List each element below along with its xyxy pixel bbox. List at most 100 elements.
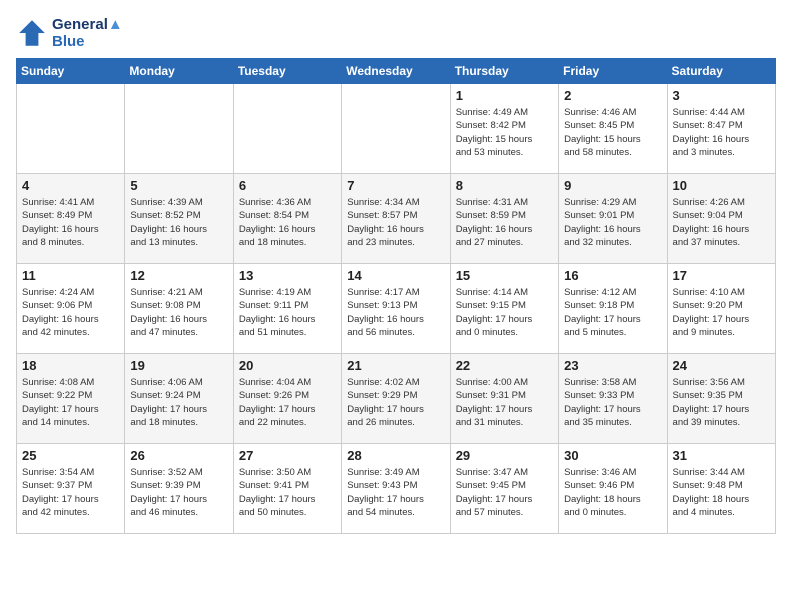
day-number: 13	[239, 268, 336, 283]
day-info: Sunrise: 4:21 AM Sunset: 9:08 PM Dayligh…	[130, 286, 227, 339]
calendar-cell: 20Sunrise: 4:04 AM Sunset: 9:26 PM Dayli…	[233, 354, 341, 444]
calendar-cell: 12 Sunrise: 4:21 AM Sunset: 9:08 PM Dayli…	[125, 264, 233, 354]
weekday-header-thursday: Thursday	[450, 59, 558, 84]
day-info: Sunrise: 4:29 AM Sunset: 9:01 PM Dayligh…	[564, 196, 661, 249]
calendar-cell: 17Sunrise: 4:10 AM Sunset: 9:20 PM Dayli…	[667, 264, 775, 354]
calendar-cell: 27Sunrise: 3:50 AM Sunset: 9:41 PM Dayli…	[233, 444, 341, 534]
day-number: 25	[22, 448, 119, 463]
calendar-cell	[342, 84, 450, 174]
day-number: 21	[347, 358, 444, 373]
day-number: 11	[22, 268, 119, 283]
week-row-1: 1Sunrise: 4:49 AM Sunset: 8:42 PM Daylig…	[17, 84, 776, 174]
calendar-cell: 19 Sunrise: 4:06 AM Sunset: 9:24 PM Dayli…	[125, 354, 233, 444]
day-info: Sunrise: 3:52 AM Sunset: 9:39 PM Dayligh…	[130, 466, 227, 519]
logo-icon	[16, 17, 48, 49]
day-number: 26	[130, 448, 227, 463]
day-info: Sunrise: 3:49 AM Sunset: 9:43 PM Dayligh…	[347, 466, 444, 519]
day-number: 19	[130, 358, 227, 373]
calendar-cell: 1Sunrise: 4:49 AM Sunset: 8:42 PM Daylig…	[450, 84, 558, 174]
day-number: 10	[673, 178, 770, 193]
day-number: 14	[347, 268, 444, 283]
calendar-cell: 22 Sunrise: 4:00 AM Sunset: 9:31 PM Dayli…	[450, 354, 558, 444]
calendar-cell: 8 Sunrise: 4:31 AM Sunset: 8:59 PM Daylig…	[450, 174, 558, 264]
week-row-5: 25 Sunrise: 3:54 AM Sunset: 9:37 PM Dayli…	[17, 444, 776, 534]
day-info: Sunrise: 3:56 AM Sunset: 9:35 PM Dayligh…	[673, 376, 770, 429]
calendar-cell: 31Sunrise: 3:44 AM Sunset: 9:48 PM Dayli…	[667, 444, 775, 534]
calendar-body: 1Sunrise: 4:49 AM Sunset: 8:42 PM Daylig…	[17, 84, 776, 534]
day-number: 6	[239, 178, 336, 193]
day-info: Sunrise: 4:44 AM Sunset: 8:47 PM Dayligh…	[673, 106, 770, 159]
day-number: 3	[673, 88, 770, 103]
calendar-table: SundayMondayTuesdayWednesdayThursdayFrid…	[16, 58, 776, 534]
page-header: General▲ Blue	[16, 16, 776, 50]
calendar-cell: 9 Sunrise: 4:29 AM Sunset: 9:01 PM Daylig…	[559, 174, 667, 264]
day-info: Sunrise: 4:46 AM Sunset: 8:45 PM Dayligh…	[564, 106, 661, 159]
day-number: 22	[456, 358, 553, 373]
weekday-header-tuesday: Tuesday	[233, 59, 341, 84]
week-row-4: 18Sunrise: 4:08 AM Sunset: 9:22 PM Dayli…	[17, 354, 776, 444]
day-info: Sunrise: 4:41 AM Sunset: 8:49 PM Dayligh…	[22, 196, 119, 249]
calendar-cell: 6Sunrise: 4:36 AM Sunset: 8:54 PM Daylig…	[233, 174, 341, 264]
calendar-cell	[17, 84, 125, 174]
day-info: Sunrise: 3:47 AM Sunset: 9:45 PM Dayligh…	[456, 466, 553, 519]
calendar-cell: 15 Sunrise: 4:14 AM Sunset: 9:15 PM Dayli…	[450, 264, 558, 354]
weekday-header-row: SundayMondayTuesdayWednesdayThursdayFrid…	[17, 59, 776, 84]
calendar-cell: 16Sunrise: 4:12 AM Sunset: 9:18 PM Dayli…	[559, 264, 667, 354]
day-info: Sunrise: 4:14 AM Sunset: 9:15 PM Dayligh…	[456, 286, 553, 339]
logo: General▲ Blue	[16, 16, 123, 50]
day-number: 7	[347, 178, 444, 193]
day-number: 23	[564, 358, 661, 373]
day-number: 9	[564, 178, 661, 193]
day-info: Sunrise: 3:50 AM Sunset: 9:41 PM Dayligh…	[239, 466, 336, 519]
calendar-cell: 10 Sunrise: 4:26 AM Sunset: 9:04 PM Dayli…	[667, 174, 775, 264]
day-number: 15	[456, 268, 553, 283]
day-number: 12	[130, 268, 227, 283]
calendar-cell	[125, 84, 233, 174]
day-info: Sunrise: 4:06 AM Sunset: 9:24 PM Dayligh…	[130, 376, 227, 429]
week-row-3: 11 Sunrise: 4:24 AM Sunset: 9:06 PM Dayli…	[17, 264, 776, 354]
day-number: 4	[22, 178, 119, 193]
calendar-cell: 18Sunrise: 4:08 AM Sunset: 9:22 PM Dayli…	[17, 354, 125, 444]
day-number: 24	[673, 358, 770, 373]
logo-text: General▲ Blue	[52, 16, 123, 50]
day-number: 8	[456, 178, 553, 193]
week-row-2: 4 Sunrise: 4:41 AM Sunset: 8:49 PM Daylig…	[17, 174, 776, 264]
day-info: Sunrise: 3:54 AM Sunset: 9:37 PM Dayligh…	[22, 466, 119, 519]
day-info: Sunrise: 4:12 AM Sunset: 9:18 PM Dayligh…	[564, 286, 661, 339]
weekday-header-friday: Friday	[559, 59, 667, 84]
day-info: Sunrise: 4:31 AM Sunset: 8:59 PM Dayligh…	[456, 196, 553, 249]
calendar-cell: 23 Sunrise: 3:58 AM Sunset: 9:33 PM Dayli…	[559, 354, 667, 444]
day-number: 5	[130, 178, 227, 193]
weekday-header-sunday: Sunday	[17, 59, 125, 84]
weekday-header-monday: Monday	[125, 59, 233, 84]
calendar-cell: 30 Sunrise: 3:46 AM Sunset: 9:46 PM Dayli…	[559, 444, 667, 534]
day-info: Sunrise: 4:24 AM Sunset: 9:06 PM Dayligh…	[22, 286, 119, 339]
day-info: Sunrise: 4:04 AM Sunset: 9:26 PM Dayligh…	[239, 376, 336, 429]
calendar-cell: 29 Sunrise: 3:47 AM Sunset: 9:45 PM Dayli…	[450, 444, 558, 534]
calendar-cell: 7 Sunrise: 4:34 AM Sunset: 8:57 PM Daylig…	[342, 174, 450, 264]
day-info: Sunrise: 4:19 AM Sunset: 9:11 PM Dayligh…	[239, 286, 336, 339]
day-number: 30	[564, 448, 661, 463]
calendar-cell: 2 Sunrise: 4:46 AM Sunset: 8:45 PM Daylig…	[559, 84, 667, 174]
day-info: Sunrise: 4:00 AM Sunset: 9:31 PM Dayligh…	[456, 376, 553, 429]
day-info: Sunrise: 4:02 AM Sunset: 9:29 PM Dayligh…	[347, 376, 444, 429]
day-info: Sunrise: 4:49 AM Sunset: 8:42 PM Dayligh…	[456, 106, 553, 159]
calendar-cell: 3 Sunrise: 4:44 AM Sunset: 8:47 PM Daylig…	[667, 84, 775, 174]
day-info: Sunrise: 3:58 AM Sunset: 9:33 PM Dayligh…	[564, 376, 661, 429]
day-info: Sunrise: 4:17 AM Sunset: 9:13 PM Dayligh…	[347, 286, 444, 339]
day-info: Sunrise: 4:39 AM Sunset: 8:52 PM Dayligh…	[130, 196, 227, 249]
day-info: Sunrise: 3:46 AM Sunset: 9:46 PM Dayligh…	[564, 466, 661, 519]
day-info: Sunrise: 4:08 AM Sunset: 9:22 PM Dayligh…	[22, 376, 119, 429]
calendar-cell: 26 Sunrise: 3:52 AM Sunset: 9:39 PM Dayli…	[125, 444, 233, 534]
day-info: Sunrise: 4:34 AM Sunset: 8:57 PM Dayligh…	[347, 196, 444, 249]
calendar-header: SundayMondayTuesdayWednesdayThursdayFrid…	[17, 59, 776, 84]
calendar-cell: 4 Sunrise: 4:41 AM Sunset: 8:49 PM Daylig…	[17, 174, 125, 264]
day-info: Sunrise: 4:10 AM Sunset: 9:20 PM Dayligh…	[673, 286, 770, 339]
calendar-cell: 5 Sunrise: 4:39 AM Sunset: 8:52 PM Daylig…	[125, 174, 233, 264]
calendar-cell: 28Sunrise: 3:49 AM Sunset: 9:43 PM Dayli…	[342, 444, 450, 534]
weekday-header-saturday: Saturday	[667, 59, 775, 84]
calendar-cell	[233, 84, 341, 174]
day-number: 2	[564, 88, 661, 103]
day-number: 29	[456, 448, 553, 463]
day-info: Sunrise: 4:26 AM Sunset: 9:04 PM Dayligh…	[673, 196, 770, 249]
